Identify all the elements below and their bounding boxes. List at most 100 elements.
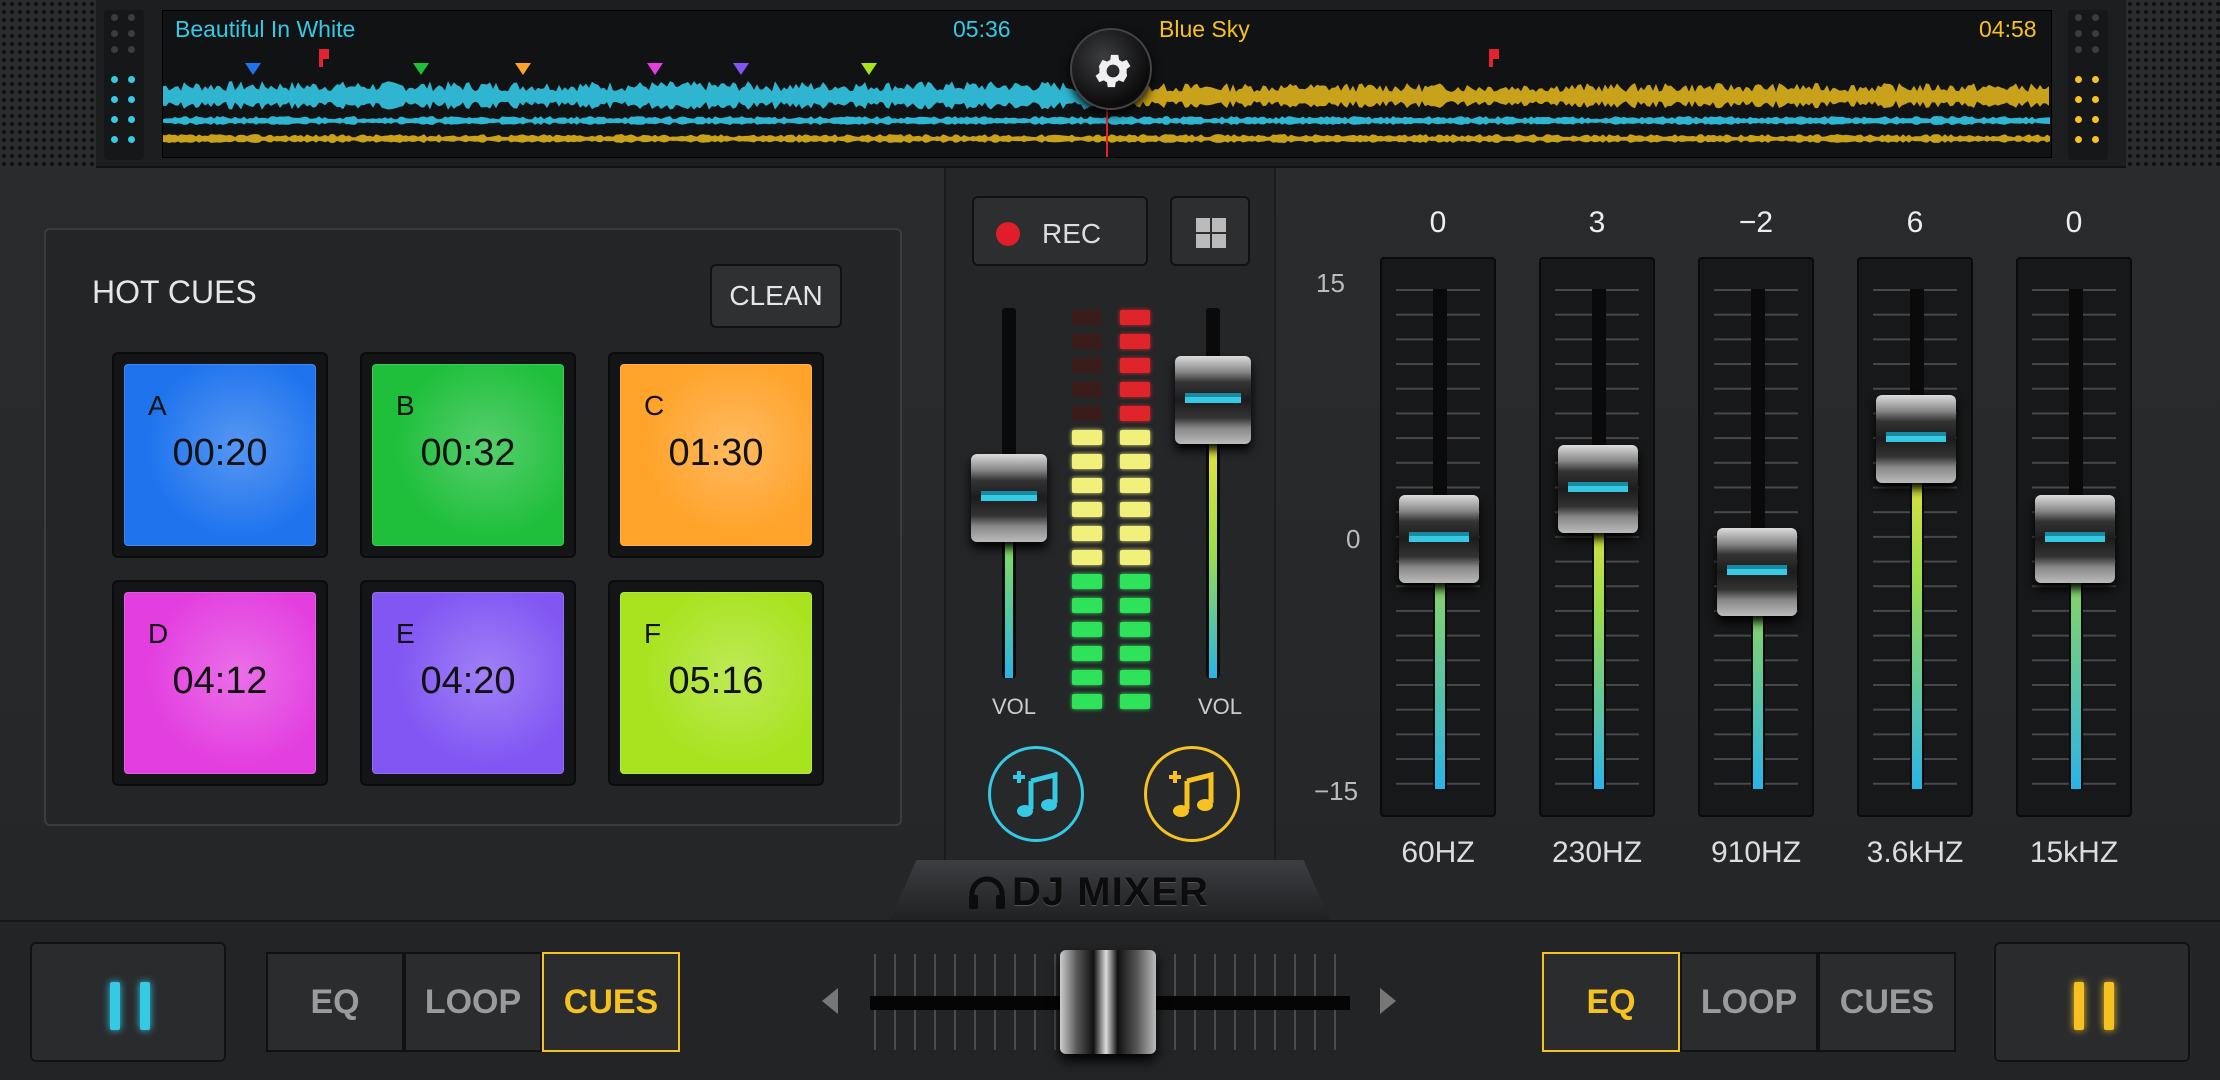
- volume-right-label: VOL: [1198, 694, 1243, 719]
- hot-cue-pad-d[interactable]: D 04:12: [112, 580, 328, 786]
- cue-marker-f[interactable]: [861, 63, 877, 75]
- add-music-left-button[interactable]: [988, 746, 1084, 842]
- level-meter-led: [1120, 310, 1150, 325]
- eq-scale-bottom: −15: [1314, 776, 1359, 806]
- record-button[interactable]: REC: [972, 196, 1148, 266]
- level-meter-led: [1072, 334, 1102, 349]
- level-meter-led: [1072, 550, 1102, 565]
- eq-band-value: 0: [2065, 206, 2083, 239]
- hot-cues-title: HOT CUES: [92, 274, 257, 310]
- cue-marker-d[interactable]: [647, 63, 663, 75]
- level-meter-led: [1120, 646, 1150, 661]
- crossfader-left-arrow-icon[interactable]: [822, 988, 838, 1014]
- hot-cue-time: 05:16: [668, 660, 764, 702]
- level-meter-led: [1120, 382, 1150, 397]
- eq-knob[interactable]: [2035, 495, 2115, 583]
- deck-right-playhead-flag: [1489, 49, 1499, 67]
- level-meter-led: [1072, 502, 1102, 517]
- hot-cue-face: A 00:20: [124, 364, 316, 546]
- eq-fill: [1912, 439, 1922, 789]
- cue-marker-e[interactable]: [733, 63, 749, 75]
- eq-band-value: 0: [1429, 206, 1447, 239]
- eq-band-value: −2: [1738, 206, 1774, 239]
- crossfader-knob[interactable]: [1060, 950, 1156, 1054]
- level-meter-led: [1072, 622, 1102, 637]
- level-meter-led: [1072, 430, 1102, 445]
- crossfader[interactable]: [860, 950, 1360, 1054]
- level-meter-led: [1120, 550, 1150, 565]
- eq-knob[interactable]: [1717, 528, 1797, 617]
- tab-loop[interactable]: LOOP: [404, 952, 542, 1052]
- tab-cues[interactable]: CUES: [542, 952, 680, 1052]
- transport-bar: EQ LOOP CUES EQ LOOP CUES: [0, 920, 2220, 1080]
- deck-left-track-title: Beautiful In White: [175, 16, 356, 42]
- deck-left-duration: 05:36: [953, 16, 1011, 42]
- level-meter-led: [1072, 646, 1102, 661]
- volume-left-fill: [1005, 528, 1013, 678]
- hot-cue-pad-c[interactable]: C 01:30: [608, 352, 824, 558]
- cue-marker-b[interactable]: [413, 63, 429, 75]
- hot-cue-pad-f[interactable]: F 05:16: [608, 580, 824, 786]
- level-meter-led: [1072, 694, 1102, 709]
- tab-loop[interactable]: LOOP: [1680, 952, 1818, 1052]
- mixer-center-panel: REC VOL VOL: [944, 168, 1276, 868]
- cue-marker-a[interactable]: [245, 63, 261, 75]
- hot-cue-letter: F: [644, 618, 662, 649]
- level-meter-led: [1120, 358, 1150, 373]
- eq-band-slider-3-6khz[interactable]: [1857, 257, 1973, 817]
- level-meter-led: [1120, 406, 1150, 421]
- level-meter-led: [1072, 526, 1102, 541]
- eq-band-slider-15khz[interactable]: [2016, 257, 2132, 817]
- crossfader-right-arrow-icon[interactable]: [1380, 988, 1396, 1014]
- deck-left-pause-button[interactable]: [30, 942, 226, 1062]
- eq-knob[interactable]: [1876, 395, 1956, 483]
- level-meter-led: [1072, 406, 1102, 421]
- eq-band-label: 3.6kHZ: [1866, 836, 1964, 869]
- cue-marker-c[interactable]: [515, 63, 531, 75]
- level-meter-led: [1072, 382, 1102, 397]
- hot-cue-time: 01:30: [668, 432, 764, 474]
- eq-band-slider-230hz[interactable]: [1539, 257, 1655, 817]
- tab-eq[interactable]: EQ: [266, 952, 404, 1052]
- level-meter-led: [1120, 334, 1150, 349]
- eq-band-slider-60hz[interactable]: [1380, 257, 1496, 817]
- level-meter-led: [1120, 670, 1150, 685]
- level-meter-led: [1120, 430, 1150, 445]
- speaker-grille-right: [2126, 0, 2220, 168]
- waveform-header: Beautiful In White 05:36 Blue Sky 04:58: [0, 0, 2220, 168]
- volume-left-knob[interactable]: [971, 454, 1047, 542]
- grid-view-button[interactable]: [1170, 196, 1250, 266]
- level-meter-led: [1072, 454, 1102, 469]
- hot-cue-pad-b[interactable]: B 00:32: [360, 352, 576, 558]
- deck-right-pause-button[interactable]: [1994, 942, 2190, 1062]
- level-meter-led: [1120, 574, 1150, 589]
- clean-button[interactable]: CLEAN: [710, 264, 842, 328]
- speaker-grille-left: [0, 0, 96, 168]
- eq-fill: [1594, 489, 1604, 789]
- hot-cue-pad-a[interactable]: A 00:20: [112, 352, 328, 558]
- hot-cue-letter: E: [396, 618, 415, 649]
- hot-cues-panel: HOT CUES CLEAN A 00:20 B 00:32 C 01:30 D 04:12 E…: [44, 228, 902, 826]
- hot-cue-letter: A: [148, 390, 167, 421]
- tab-eq[interactable]: EQ: [1542, 952, 1680, 1052]
- level-meter-led: [1072, 478, 1102, 493]
- eq-knob[interactable]: [1399, 495, 1479, 583]
- eq-knob[interactable]: [1558, 445, 1638, 533]
- add-music-icon: [1169, 771, 1214, 817]
- eq-band-slider-910hz[interactable]: [1698, 257, 1814, 817]
- tab-cues[interactable]: CUES: [1818, 952, 1956, 1052]
- level-meter-led: [1120, 622, 1150, 637]
- level-meter-led: [1072, 670, 1102, 685]
- volume-right-knob[interactable]: [1175, 356, 1251, 444]
- deck-left-indicator-dots: [104, 10, 144, 160]
- level-meter-led: [1120, 526, 1150, 541]
- eq-band-value: 6: [1906, 206, 1924, 239]
- add-music-right-button[interactable]: [1144, 746, 1240, 842]
- settings-button[interactable]: [1070, 28, 1152, 110]
- deck-left-mode-tabs: EQ LOOP CUES: [266, 952, 680, 1052]
- level-meter-led: [1120, 598, 1150, 613]
- level-meter-led: [1072, 358, 1102, 373]
- hot-cue-pad-e[interactable]: E 04:20: [360, 580, 576, 786]
- level-meter-led: [1120, 502, 1150, 517]
- hot-cue-time: 04:12: [172, 660, 268, 702]
